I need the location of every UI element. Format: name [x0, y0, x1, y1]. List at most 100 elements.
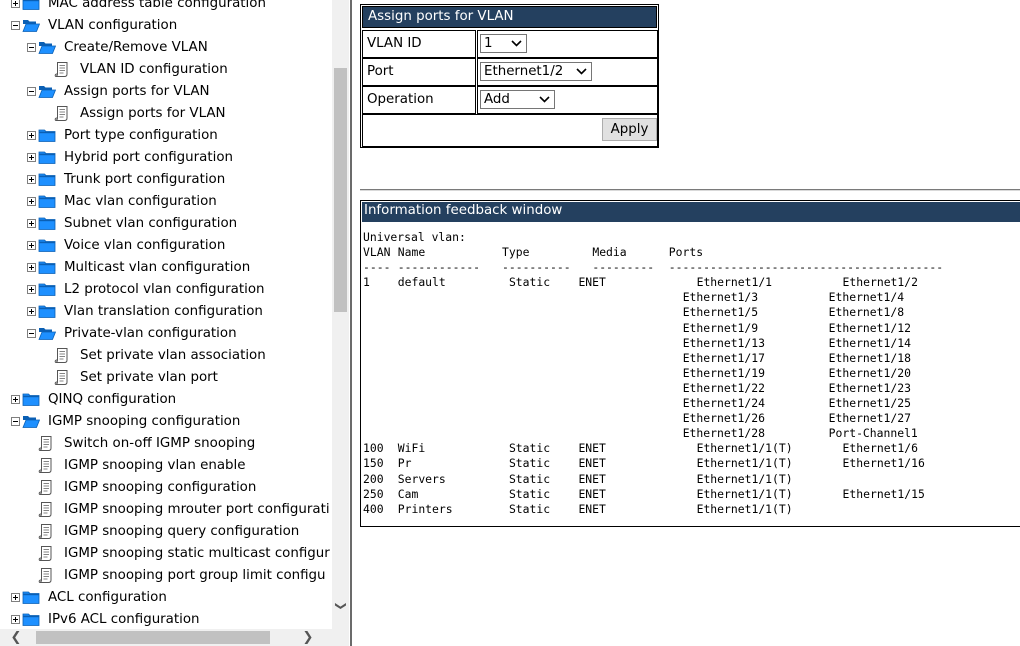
port-entry: Ethernet1/14 [828, 335, 911, 350]
vlan-row: 100 WiFi Static ENET Ethernet1/1(T) Ethernet1… [363, 441, 1019, 456]
tree-item[interactable]: Private-vlan configuration [0, 323, 332, 345]
horizontal-scroll-thumb[interactable] [36, 631, 270, 644]
expand-plus-icon[interactable] [27, 175, 36, 184]
vertical-scrollbar[interactable]: ❯ [332, 0, 349, 629]
tree-item-label: Assign ports for VLAN [64, 84, 210, 99]
column-header: Type [502, 245, 530, 260]
operation-label-cell: Operation [362, 86, 476, 114]
collapse-minus-icon[interactable] [27, 329, 36, 338]
expand-plus-icon[interactable] [27, 131, 36, 140]
tree-item-label: Assign ports for VLAN [80, 106, 226, 121]
port-select[interactable]: Ethernet1/2 [480, 62, 592, 81]
document-icon [38, 523, 54, 540]
collapse-minus-icon[interactable] [27, 87, 36, 96]
operation-select[interactable]: Add [480, 90, 555, 109]
tree-item[interactable]: VLAN ID configuration [0, 59, 332, 81]
tree-item[interactable]: Subnet vlan configuration [0, 213, 332, 235]
expand-plus-icon[interactable] [27, 263, 36, 272]
tree-item[interactable]: Multicast vlan configuration [0, 257, 332, 279]
tree-item[interactable]: Vlan translation configuration [0, 301, 332, 323]
operation-label: Operation [367, 92, 434, 107]
vlan-row: 200 Servers Static ENET Ethernet1/1(T) [363, 472, 1019, 487]
tree-item[interactable]: Set private vlan port [0, 367, 332, 389]
vlan-id-label: VLAN ID [367, 36, 422, 51]
document-icon [54, 347, 70, 364]
collapse-minus-icon[interactable] [11, 417, 20, 426]
expand-plus-icon[interactable] [27, 197, 36, 206]
tree-item[interactable]: Create/Remove VLAN [0, 37, 332, 59]
vlan-id-cell: 100 [363, 441, 384, 456]
tree-item-label: VLAN ID configuration [80, 62, 228, 77]
folder-icon [38, 304, 56, 319]
tree-item[interactable]: MAC address table configuration [0, 0, 332, 15]
folder-icon [22, 392, 40, 407]
assign-ports-form: Assign ports for VLAN VLAN ID 1 Port Eth… [360, 4, 659, 148]
vlan-id-cell: 1 [477, 30, 658, 58]
vlan-id-cell: 150 [363, 456, 384, 471]
tree-item[interactable]: IGMP snooping query configuration [0, 521, 332, 543]
port-entry: Ethernet1/26 [682, 411, 765, 426]
expand-plus-icon[interactable] [27, 219, 36, 228]
expand-plus-icon[interactable] [11, 615, 20, 624]
port-continuation-line: Ethernet1/17 Ethernet1/18 [363, 351, 1019, 366]
folder-icon [22, 0, 40, 11]
expand-plus-icon[interactable] [11, 593, 20, 602]
expand-plus-icon[interactable] [11, 0, 20, 8]
chevron-down-icon [576, 64, 587, 83]
folder-icon [22, 590, 40, 605]
vlan-row: 150 Pr Static ENET Ethernet1/1(T) Ethernet1/1… [363, 456, 1019, 471]
tree-item[interactable]: Set private vlan association [0, 345, 332, 367]
expand-plus-icon[interactable] [27, 285, 36, 294]
tree-item-label: L2 protocol vlan configuration [64, 282, 265, 297]
tree-item[interactable]: L2 protocol vlan configuration [0, 279, 332, 301]
scroll-right-arrow-icon[interactable]: ❯ [300, 629, 316, 646]
expand-plus-icon[interactable] [27, 307, 36, 316]
tree-item-label: Private-vlan configuration [64, 326, 237, 341]
vertical-scroll-thumb[interactable] [334, 68, 347, 312]
tree-item[interactable]: Hybrid port configuration [0, 147, 332, 169]
tree-item[interactable]: IGMP snooping port group limit configu [0, 565, 332, 587]
tree-item[interactable]: IGMP snooping configuration [0, 477, 332, 499]
tree-item-label: IGMP snooping static multicast configur [64, 546, 330, 561]
expand-plus-icon[interactable] [27, 241, 36, 250]
document-icon [38, 457, 54, 474]
port-entry: Ethernet1/1(T) [696, 486, 793, 501]
frame-divider[interactable] [350, 0, 352, 646]
tree-item[interactable]: IGMP snooping static multicast configur [0, 543, 332, 565]
tree-item[interactable]: Trunk port configuration [0, 169, 332, 191]
tree-item[interactable]: VLAN configuration [0, 15, 332, 37]
port-entry: Ethernet1/3 [682, 290, 759, 305]
tree-item[interactable]: IPv6 ACL configuration [0, 609, 332, 631]
document-icon [54, 61, 70, 78]
expand-plus-icon[interactable] [27, 153, 36, 162]
port-continuation-line: Ethernet1/22 Ethernet1/23 [363, 381, 1019, 396]
vlan-id-select[interactable]: 1 [480, 34, 527, 53]
scroll-down-arrow-icon[interactable]: ❯ [334, 600, 348, 613]
vlan-id-cell: 400 [363, 501, 384, 516]
port-entry: Ethernet1/1(T) [696, 441, 793, 456]
tree-item[interactable]: ACL configuration [0, 587, 332, 609]
tree-item[interactable]: Voice vlan configuration [0, 235, 332, 257]
tree-item[interactable]: Port type configuration [0, 125, 332, 147]
tree-item[interactable]: Mac vlan configuration [0, 191, 332, 213]
tree-item[interactable]: Switch on-off IGMP snooping [0, 433, 332, 455]
tree-item[interactable]: Assign ports for VLAN [0, 103, 332, 125]
open-folder-icon [22, 18, 41, 33]
tree-item[interactable]: Assign ports for VLAN [0, 81, 332, 103]
collapse-minus-icon[interactable] [11, 21, 20, 30]
expand-plus-icon[interactable] [11, 395, 20, 404]
tree-item[interactable]: IGMP snooping mrouter port configurati [0, 499, 332, 521]
apply-button[interactable]: Apply [602, 118, 657, 141]
navigation-tree: MAC address table configuration VLAN conf… [0, 0, 332, 631]
port-continuation-line: Ethernet1/5 Ethernet1/8 [363, 305, 1019, 320]
tree-item-label: IGMP snooping mrouter port configurati [64, 502, 330, 517]
collapse-minus-icon[interactable] [27, 43, 36, 52]
scroll-left-arrow-icon[interactable]: ❮ [8, 629, 24, 646]
tree-item-label: ACL configuration [48, 590, 167, 605]
tree-item[interactable]: IGMP snooping vlan enable [0, 455, 332, 477]
horizontal-scrollbar[interactable]: ❮ ❯ [0, 629, 332, 646]
open-folder-icon [22, 414, 41, 429]
vlan-media-cell: ENET [578, 471, 606, 486]
tree-item[interactable]: IGMP snooping configuration [0, 411, 332, 433]
tree-item[interactable]: QINQ configuration [0, 389, 332, 411]
